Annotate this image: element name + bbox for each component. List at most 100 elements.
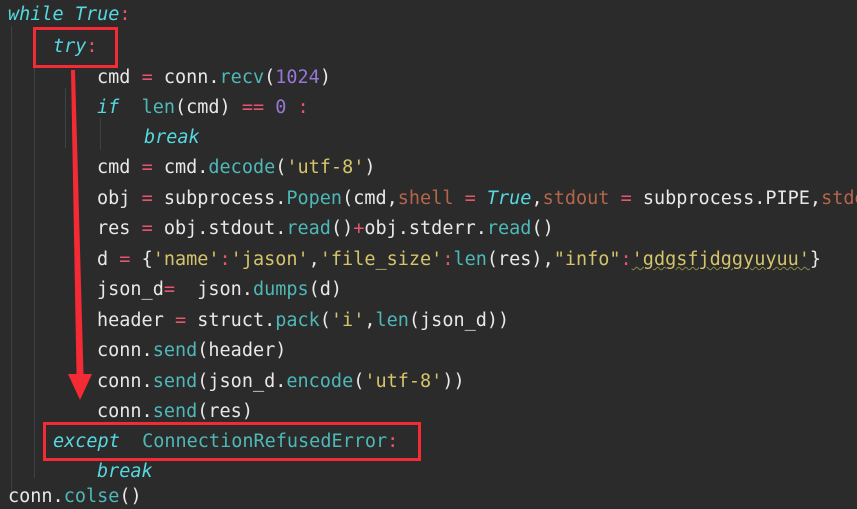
line-header-pack-token-8: (json_d)) xyxy=(408,310,510,331)
line-res-read-token-3: read xyxy=(286,218,331,239)
line-header-pack-token-0: header xyxy=(97,310,175,331)
line-header-pack-token-2: struct. xyxy=(197,310,276,331)
line-except-token-2: ConnectionRefusedError xyxy=(142,431,388,452)
line-cmd-decode-token-5: 'utf-8' xyxy=(286,157,365,178)
line-header-pack-token-6: , xyxy=(364,310,376,331)
line-obj-popen[interactable]: obj = subprocess.Popen(cmd,shell = True,… xyxy=(0,184,857,214)
line-conn-colse-token-0: conn. xyxy=(8,486,64,507)
line-if-len-token-7: : xyxy=(297,97,309,118)
line-obj-popen-token-2: subprocess. xyxy=(163,188,287,209)
line-obj-popen-token-5: shell xyxy=(397,188,465,209)
line-if-len-token-4: == xyxy=(241,97,276,118)
code-area[interactable]: while True: try: cmd = conn.recv(1024) if l… xyxy=(0,0,857,509)
line-send-jsond-token-4: ( xyxy=(353,371,365,392)
line-res-read[interactable]: res = obj.stdout.read()+obj.stderr.read(… xyxy=(0,214,554,244)
line-res-read-token-7: read xyxy=(486,218,532,239)
line-conn-colse-token-1: colse xyxy=(63,486,120,507)
line-except[interactable]: except ConnectionRefusedError: xyxy=(0,427,398,457)
line-send-res[interactable]: conn.send(res) xyxy=(0,397,253,427)
line-except-token-1 xyxy=(120,431,142,452)
line-dict-token-10: (res), xyxy=(486,249,554,270)
line-cmd-decode-token-4: ( xyxy=(275,157,287,178)
line-send-jsond[interactable]: conn.send(json_d.encode('utf-8')) xyxy=(0,367,465,397)
line-dict-token-0: d xyxy=(97,249,120,270)
line-obj-popen-token-12: stde xyxy=(821,188,857,209)
line-send-jsond-token-0: conn. xyxy=(97,371,153,392)
line-cmd-recv[interactable]: cmd = conn.recv(1024) xyxy=(0,63,331,93)
line-send-header-token-2: (header) xyxy=(197,340,287,361)
line-dict-token-5: 'jason' xyxy=(230,249,309,270)
line-dict-token-8: : xyxy=(442,249,454,270)
line-send-header[interactable]: conn.send(header) xyxy=(0,336,286,366)
line-cmd-decode[interactable]: cmd = cmd.decode('utf-8') xyxy=(0,153,375,183)
line-if-len[interactable]: if len(cmd) == 0 : xyxy=(0,93,309,123)
line-res-read-token-8: () xyxy=(531,218,554,239)
line-obj-popen-token-3: Popen xyxy=(286,188,343,209)
line-json-dumps-token-4: (d) xyxy=(308,279,343,300)
line-dict-token-7: 'file_size' xyxy=(319,249,443,270)
line-json-dumps-token-2: json. xyxy=(174,279,253,300)
line-dict-token-4: : xyxy=(219,249,231,270)
line-send-header-token-1: send xyxy=(152,340,198,361)
line-break-2-token-0: break xyxy=(97,461,153,482)
line-conn-colse-token-2: () xyxy=(119,486,142,507)
line-while-token-2: : xyxy=(119,4,131,25)
line-header-pack[interactable]: header = struct.pack('i',len(json_d)) xyxy=(0,306,509,336)
line-send-header-token-0: conn. xyxy=(97,340,153,361)
line-json-dumps-token-3: dumps xyxy=(252,279,309,300)
line-dict-token-3: 'name' xyxy=(152,249,220,270)
line-try[interactable]: try: xyxy=(0,32,98,62)
line-header-pack-token-7: len xyxy=(375,310,409,331)
line-if-len-token-6 xyxy=(286,97,297,118)
line-break-1[interactable]: break xyxy=(0,123,200,153)
line-cmd-recv-token-4: ( xyxy=(264,67,276,88)
line-dict-token-6: , xyxy=(308,249,320,270)
line-conn-colse[interactable]: conn.colse() xyxy=(0,482,142,509)
line-dict-token-11: "info" xyxy=(553,249,621,270)
line-json-dumps[interactable]: json_d= json.dumps(d) xyxy=(0,275,342,305)
line-obj-popen-token-1: = xyxy=(141,188,164,209)
line-except-token-0: except xyxy=(53,431,120,452)
line-while[interactable]: while True: xyxy=(0,0,131,30)
code-editor-screenshot: while True: try: cmd = conn.recv(1024) if l… xyxy=(0,0,857,509)
line-send-jsond-token-3: encode xyxy=(286,371,354,392)
line-header-pack-token-1: = xyxy=(174,310,198,331)
line-cmd-recv-token-0: cmd xyxy=(97,67,142,88)
line-dict[interactable]: d = {'name':'jason','file_size':len(res)… xyxy=(0,245,821,275)
line-json-dumps-token-1: = xyxy=(163,279,175,300)
line-res-read-token-6: obj.stderr. xyxy=(364,218,487,239)
line-header-pack-token-4: ( xyxy=(319,310,331,331)
line-cmd-recv-token-3: recv xyxy=(219,67,265,88)
line-send-res-token-0: conn. xyxy=(97,401,153,422)
line-res-read-token-1: = xyxy=(141,218,164,239)
line-json-dumps-token-0: json_d xyxy=(97,279,164,300)
line-obj-popen-token-4: (cmd, xyxy=(342,188,398,209)
line-send-jsond-token-5: 'utf-8' xyxy=(364,371,443,392)
line-res-read-token-0: res xyxy=(97,218,142,239)
line-cmd-recv-token-5: 1024 xyxy=(275,67,320,88)
line-obj-popen-token-0: obj xyxy=(97,188,142,209)
line-send-jsond-token-6: )) xyxy=(442,371,465,392)
line-cmd-recv-token-1: = xyxy=(141,67,164,88)
line-dict-token-12: : xyxy=(620,249,632,270)
line-cmd-decode-token-0: cmd xyxy=(97,157,142,178)
line-send-res-token-1: send xyxy=(152,401,198,422)
line-dict-token-14: } xyxy=(809,249,822,270)
line-cmd-decode-token-2: cmd. xyxy=(163,157,209,178)
line-cmd-recv-token-6: ) xyxy=(319,67,331,88)
line-cmd-decode-token-1: = xyxy=(141,157,164,178)
line-break-1-token-0: break xyxy=(144,127,200,148)
line-obj-popen-token-11: subprocess.PIPE, xyxy=(642,188,822,209)
line-obj-popen-token-6: = xyxy=(464,188,487,209)
line-obj-popen-token-7: True xyxy=(486,188,532,209)
line-dict-token-9: len xyxy=(453,249,487,270)
line-dict-token-13: 'gdgsfjdggyuyuu' xyxy=(631,249,810,270)
line-except-token-3: : xyxy=(387,431,399,452)
line-header-pack-token-3: pack xyxy=(275,310,320,331)
line-res-read-token-4: () xyxy=(330,218,354,239)
line-res-read-token-2: obj.stdout. xyxy=(163,218,287,239)
line-dict-token-1: = xyxy=(119,249,142,270)
line-if-len-token-3: (cmd) xyxy=(174,97,242,118)
line-dict-token-2: { xyxy=(141,249,153,270)
line-send-jsond-token-1: send xyxy=(152,371,198,392)
